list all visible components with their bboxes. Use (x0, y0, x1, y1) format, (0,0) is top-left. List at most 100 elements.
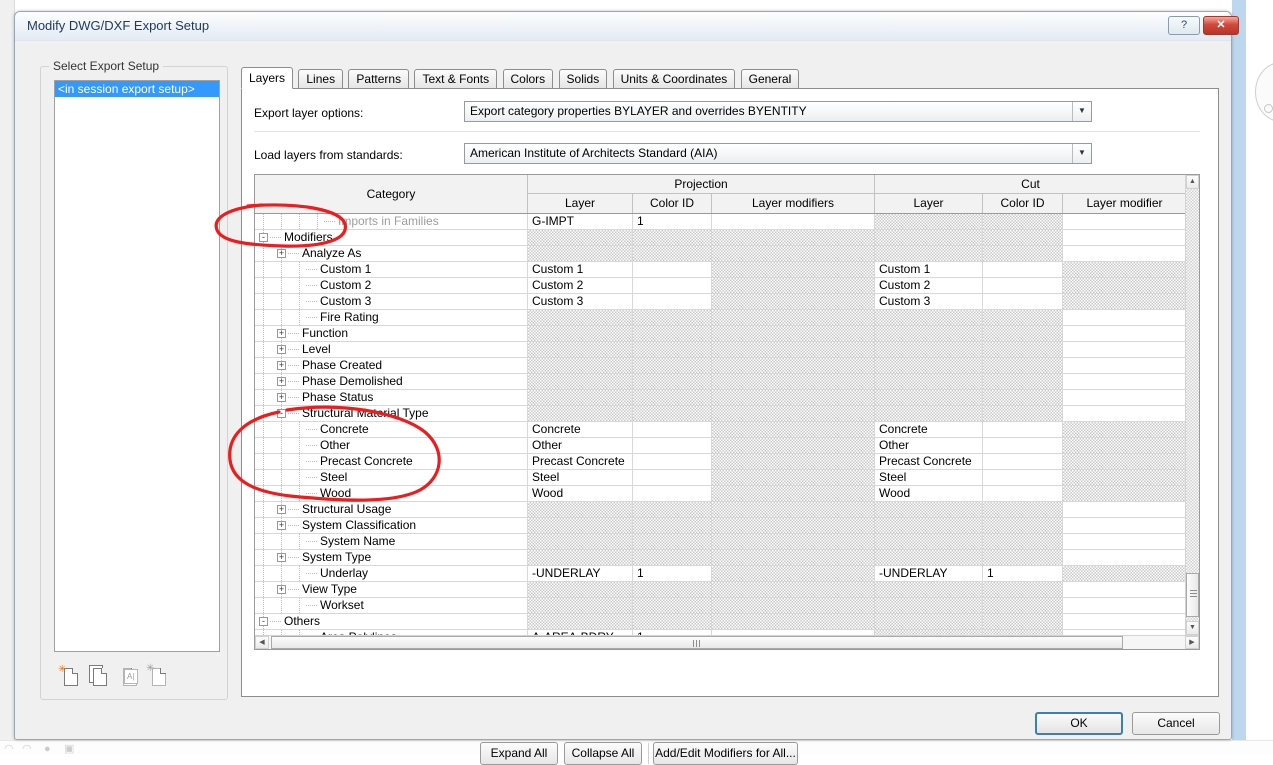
col-header-category[interactable]: Category (255, 175, 528, 213)
add-edit-modifiers-button[interactable]: Add/Edit Modifiers for All... (653, 742, 798, 765)
table-row[interactable]: + System Type (255, 550, 1187, 566)
col-header-projection-modifiers[interactable]: Layer modifiers (712, 194, 875, 213)
cell-category[interactable]: + Phase Created (255, 358, 528, 374)
scroll-right-icon[interactable]: ▶ (1185, 636, 1199, 649)
col-header-cut-modifiers[interactable]: Layer modifier (1063, 194, 1187, 213)
cell-p-color[interactable] (633, 294, 712, 309)
cell-category[interactable]: Wood (255, 486, 528, 502)
scroll-up-icon[interactable]: ▲ (1186, 175, 1199, 189)
table-row[interactable]: + Level (255, 342, 1187, 358)
scroll-down-icon[interactable]: ▼ (1186, 621, 1199, 635)
cell-p-layer[interactable]: Steel (528, 470, 633, 485)
cell-c-mods[interactable] (1063, 406, 1187, 421)
cell-c-mods[interactable] (1063, 374, 1187, 389)
collapse-node-icon[interactable]: - (259, 233, 268, 242)
ok-button[interactable]: OK (1035, 712, 1123, 735)
cell-c-color[interactable]: 1 (983, 566, 1063, 581)
cell-p-layer[interactable]: Custom 3 (528, 294, 633, 309)
cell-c-mods[interactable] (1063, 326, 1187, 341)
cell-c-layer[interactable]: Steel (875, 470, 983, 485)
table-row[interactable]: + Analyze As (255, 246, 1187, 262)
cell-c-color[interactable] (983, 262, 1063, 277)
cell-category[interactable]: - Structural Material Type (255, 406, 528, 422)
collapse-all-button[interactable]: Collapse All (564, 742, 642, 765)
cell-p-layer[interactable]: Custom 2 (528, 278, 633, 293)
cell-c-layer[interactable]: Concrete (875, 422, 983, 437)
cell-p-layer[interactable]: -UNDERLAY (528, 566, 633, 581)
cell-p-layer[interactable]: Other (528, 438, 633, 453)
cell-p-color[interactable]: 1 (633, 214, 712, 229)
cell-p-color[interactable] (633, 470, 712, 485)
table-row[interactable]: + Function (255, 326, 1187, 342)
table-row[interactable]: Custom 2 Custom 2 Custom 2 (255, 278, 1187, 294)
grid-vertical-scrollbar[interactable]: ▲ ▼ (1185, 175, 1199, 635)
table-row[interactable]: Precast Concrete Precast Concrete Precast … (255, 454, 1187, 470)
export-layer-options-select[interactable]: Export category properties BYLAYER and o… (464, 101, 1092, 122)
table-row[interactable]: Custom 1 Custom 1 Custom 1 (255, 262, 1187, 278)
load-layers-standards-select[interactable]: American Institute of Architects Standar… (464, 143, 1092, 164)
cell-p-layer[interactable]: Custom 1 (528, 262, 633, 277)
table-row[interactable]: Other Other Other (255, 438, 1187, 454)
cell-category[interactable]: Custom 2 (255, 278, 528, 294)
cell-c-mods[interactable] (1063, 214, 1187, 229)
cell-c-color[interactable] (983, 470, 1063, 485)
col-header-cut-layer[interactable]: Layer (875, 194, 983, 213)
tab-lines[interactable]: Lines (298, 69, 344, 89)
cell-p-color[interactable] (633, 438, 712, 453)
cell-c-color[interactable] (983, 438, 1063, 453)
cell-c-mods[interactable] (1063, 310, 1187, 325)
cell-p-color[interactable] (633, 454, 712, 469)
table-row[interactable]: + Phase Demolished (255, 374, 1187, 390)
col-header-projection-color-id[interactable]: Color ID (633, 194, 712, 213)
cell-c-color[interactable] (983, 422, 1063, 437)
cell-category[interactable]: + Structural Usage (255, 502, 528, 518)
table-row[interactable]: System Name (255, 534, 1187, 550)
table-row[interactable]: Imports in Families G-IMPT 1 (255, 214, 1187, 230)
cell-c-color[interactable] (983, 454, 1063, 469)
delete-export-setup-icon[interactable]: ✳ (145, 664, 171, 688)
cell-c-color[interactable] (983, 294, 1063, 309)
cell-c-mods[interactable] (1063, 518, 1187, 533)
cell-c-mods[interactable] (1063, 502, 1187, 517)
cancel-button[interactable]: Cancel (1132, 712, 1220, 735)
duplicate-export-setup-icon[interactable] (86, 664, 112, 688)
table-row[interactable]: Steel Steel Steel (255, 470, 1187, 486)
cell-c-layer[interactable]: Custom 3 (875, 294, 983, 309)
horizontal-scroll-thumb[interactable] (271, 636, 1123, 649)
table-row[interactable]: Custom 3 Custom 3 Custom 3 (255, 294, 1187, 310)
new-export-setup-icon[interactable]: ✳ (57, 664, 83, 688)
table-row[interactable]: + Phase Status (255, 390, 1187, 406)
cell-p-color[interactable] (633, 422, 712, 437)
help-button[interactable]: ? (1168, 16, 1200, 35)
expand-node-icon[interactable]: + (277, 521, 286, 530)
tab-units-coordinates[interactable]: Units & Coordinates (612, 69, 736, 89)
cell-c-layer[interactable]: -UNDERLAY (875, 566, 983, 581)
expand-node-icon[interactable]: + (277, 585, 286, 594)
cell-category[interactable]: Other (255, 438, 528, 454)
cell-category[interactable]: Custom 3 (255, 294, 528, 310)
export-setup-list[interactable]: <in session export setup> (54, 80, 220, 652)
cell-category[interactable]: - Others (255, 614, 528, 630)
collapse-node-icon[interactable]: - (277, 409, 286, 418)
cell-p-layer[interactable]: G-IMPT (528, 214, 633, 229)
scroll-left-icon[interactable]: ◀ (255, 636, 269, 649)
cell-c-color[interactable] (983, 278, 1063, 293)
cell-category[interactable]: Precast Concrete (255, 454, 528, 470)
table-row[interactable]: - Others (255, 614, 1187, 630)
cell-category[interactable]: + Phase Status (255, 390, 528, 406)
layer-mapping-grid[interactable]: Category Projection Cut Layer Color ID L… (254, 174, 1200, 650)
table-row[interactable]: - Structural Material Type (255, 406, 1187, 422)
tab-general[interactable]: General (740, 69, 800, 89)
cell-category[interactable]: Steel (255, 470, 528, 486)
expand-node-icon[interactable]: + (277, 505, 286, 514)
table-row[interactable]: + Structural Usage (255, 502, 1187, 518)
cell-category[interactable]: + System Classification (255, 518, 528, 534)
cell-c-mods[interactable] (1063, 230, 1187, 245)
expand-node-icon[interactable]: + (277, 377, 286, 386)
tab-text-and-fonts[interactable]: Text & Fonts (414, 69, 498, 89)
table-row[interactable]: + System Classification (255, 518, 1187, 534)
cell-c-layer[interactable]: Custom 1 (875, 262, 983, 277)
cell-c-mods[interactable] (1063, 598, 1187, 613)
cell-p-color[interactable] (633, 486, 712, 501)
cell-c-layer[interactable]: Wood (875, 486, 983, 501)
